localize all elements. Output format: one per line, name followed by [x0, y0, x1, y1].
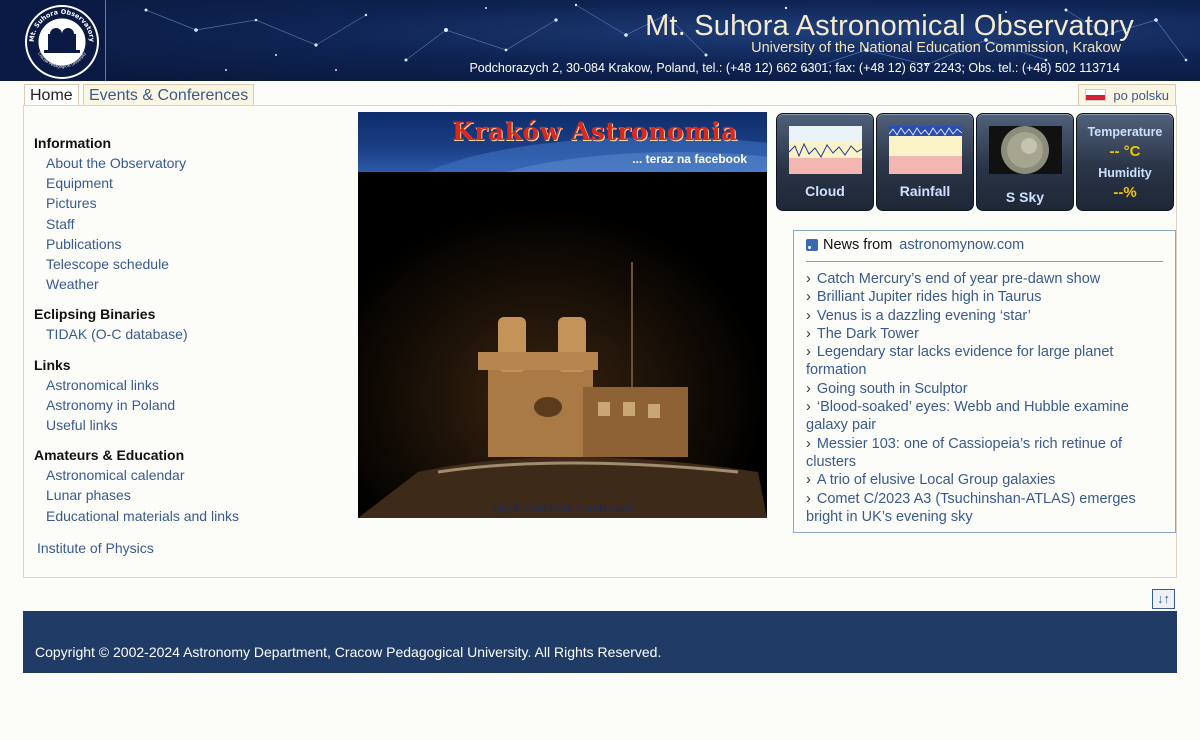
temperature-label: Temperature: [1087, 125, 1163, 139]
temperature-humidity-widget[interactable]: Temperature -- °C Humidity --%: [1076, 113, 1174, 211]
sidebar-link-tidak[interactable]: TIDAK (O-C database): [34, 324, 334, 344]
sidebar-section-amateurs-education: Amateurs & Education Astronomical calend…: [34, 447, 334, 526]
sidebar-link-weather[interactable]: Weather: [34, 274, 334, 294]
copyright-text: Copyright © 2002-2024 Astronomy Departme…: [35, 644, 662, 660]
site-title: Mt. Suhora Astronomical Observatory: [645, 10, 1134, 42]
sidebar-link-useful-links[interactable]: Useful links: [34, 415, 334, 435]
rainfall-label: Rainfall: [899, 183, 951, 199]
sidebar-section-title: Eclipsing Binaries: [34, 306, 156, 323]
tab-events-conferences[interactable]: Events & Conferences: [83, 84, 255, 106]
sidebar-link-educational-materials[interactable]: Educational materials and links: [34, 506, 334, 526]
language-label: po polsku: [1113, 87, 1169, 103]
sidebar-link-staff[interactable]: Staff: [34, 214, 334, 234]
news-item[interactable]: › The Dark Tower: [806, 325, 1163, 343]
sidebar-section-information: Information About the Observatory Equipm…: [34, 135, 334, 294]
news-item[interactable]: › Messier 103: one of Cassiopeia’s rich r…: [806, 435, 1163, 472]
photo-caption: night view from south-east: [492, 501, 633, 515]
news-item[interactable]: › Brilliant Jupiter rides high in Taurus: [806, 288, 1163, 306]
site-address: Podchorazych 2, 30-084 Krakow, Poland, t…: [469, 61, 1120, 75]
banner-title: Kraków Astronomia: [452, 117, 738, 146]
news-item[interactable]: › Comet C/2023 A3 (Tsuchinshan-ATLAS) eme…: [806, 490, 1163, 527]
humidity-label: Humidity: [1098, 166, 1152, 180]
language-switch-link[interactable]: po polsku: [1078, 84, 1176, 106]
sidebar-link-astronomy-poland[interactable]: Astronomy in Poland: [34, 395, 334, 415]
sidebar-link-lunar-phases[interactable]: Lunar phases: [34, 485, 334, 505]
sidebar-link-astronomical-calendar[interactable]: Astronomical calendar: [34, 465, 334, 485]
site-subtitle: University of the National Education Com…: [751, 40, 1121, 56]
sidebar-link-pictures[interactable]: Pictures: [34, 193, 334, 213]
sidebar-section-title: Information: [34, 135, 111, 151]
site-footer: Copyright © 2002-2024 Astronomy Departme…: [23, 611, 1177, 673]
cloud-label: Cloud: [805, 183, 845, 199]
site-header: Mt. Suhora Observatory Cracow Pedagogica…: [0, 0, 1200, 81]
sky-label: S Sky: [1005, 189, 1045, 205]
news-feed-box: News from astronomynow.com › Catch Mercur…: [793, 230, 1176, 533]
news-item[interactable]: › ‘Blood-soaked’ eyes: Webb and Hubble ex…: [806, 398, 1163, 435]
banner-subtitle: ... teraz na facebook: [632, 152, 747, 166]
sidebar-link-astronomical-links[interactable]: Astronomical links: [34, 375, 334, 395]
sidebar-section-title: Links: [34, 356, 71, 373]
cloud-chart-thumbnail: [789, 126, 862, 174]
news-item[interactable]: › A trio of elusive Local Group galaxies: [806, 471, 1163, 489]
sky-camera-thumbnail: [989, 126, 1062, 174]
rss-icon[interactable]: [806, 239, 818, 251]
news-item[interactable]: › Venus is a dazzling evening ‘star’: [806, 307, 1163, 325]
sidebar-nav: Information About the Observatory Equipm…: [34, 135, 334, 556]
institute-of-physics-link[interactable]: Institute of Physics: [34, 540, 334, 556]
sidebar-section-title: Amateurs & Education: [34, 447, 185, 464]
sidebar-link-equipment[interactable]: Equipment: [34, 173, 334, 193]
news-item[interactable]: › Catch Mercury’s end of year pre-dawn sh…: [806, 270, 1163, 288]
sidebar-section-links: Links Astronomical links Astronomy in Po…: [34, 357, 334, 436]
news-heading: News from: [823, 237, 893, 253]
observatory-building-graphic: [358, 172, 767, 518]
sidebar-link-publications[interactable]: Publications: [34, 234, 334, 254]
observatory-night-photo[interactable]: Kraków Astronomia ... teraz na facebook …: [358, 112, 767, 518]
news-source-link[interactable]: astronomynow.com: [899, 237, 1024, 253]
humidity-value: --%: [1113, 184, 1137, 201]
logo-panel: Mt. Suhora Observatory Cracow Pedagogica…: [0, 0, 106, 81]
rainfall-chart-thumbnail: [889, 126, 962, 174]
facebook-banner[interactable]: Kraków Astronomia ... teraz na facebook: [358, 112, 767, 172]
polish-flag-icon: [1085, 89, 1107, 101]
tab-home[interactable]: Home: [24, 84, 79, 106]
sidebar-link-telescope-schedule[interactable]: Telescope schedule: [34, 254, 334, 274]
news-item[interactable]: › Legendary star lacks evidence for large…: [806, 343, 1163, 380]
cloud-widget[interactable]: Cloud: [776, 113, 874, 211]
news-item[interactable]: › Going south in Sculptor: [806, 380, 1163, 398]
temperature-value: -- °C: [1109, 143, 1141, 160]
sidebar-section-eclipsing-binaries: Eclipsing Binaries TIDAK (O-C database): [34, 306, 334, 344]
sky-camera-widget[interactable]: S Sky: [976, 113, 1074, 211]
sidebar-link-about[interactable]: About the Observatory: [34, 153, 334, 173]
scroll-toggle-icon[interactable]: ↓↑: [1152, 589, 1175, 609]
news-header: News from astronomynow.com: [806, 237, 1163, 262]
observatory-logo[interactable]: Mt. Suhora Observatory Cracow Pedagogica…: [24, 4, 100, 80]
rainfall-widget[interactable]: Rainfall: [876, 113, 974, 211]
